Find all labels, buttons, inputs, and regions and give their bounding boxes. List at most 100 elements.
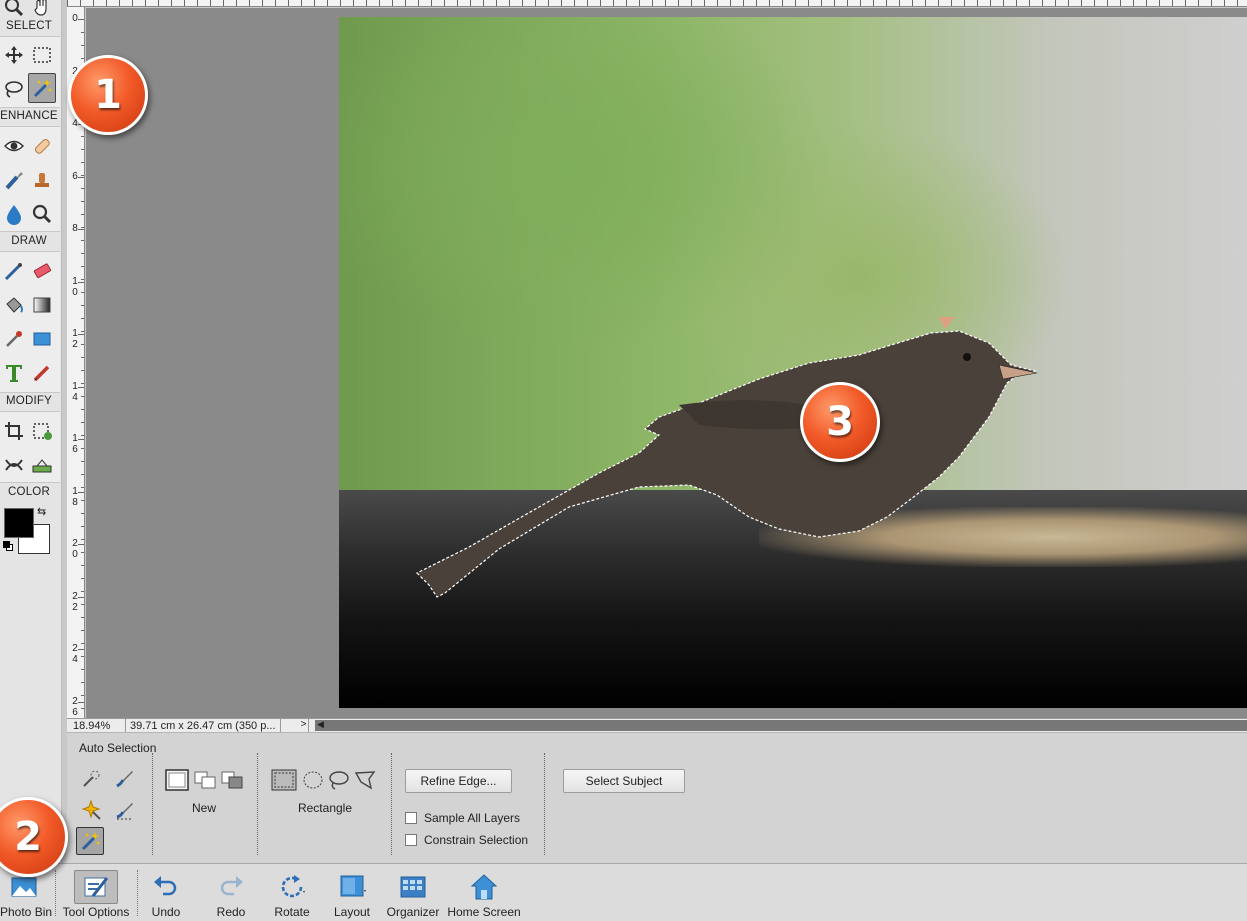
paint-bucket-tool[interactable] — [0, 290, 28, 320]
ruler-minor-tick — [81, 136, 84, 137]
type-tool[interactable] — [0, 358, 28, 388]
taskbar-divider — [137, 870, 138, 916]
crop-tool[interactable] — [0, 416, 28, 446]
ruler-minor-tick — [81, 643, 84, 644]
brush-tool[interactable] — [0, 256, 28, 286]
ruler-number: 1 4 — [72, 380, 78, 403]
options-divider — [257, 753, 258, 855]
ruler-minor-tick — [81, 240, 84, 241]
ruler-minor-tick — [81, 656, 84, 657]
organizer-label: Organizer — [386, 905, 440, 919]
redo-button[interactable]: Redo — [208, 864, 254, 921]
subtract-from-selection-button[interactable] — [220, 769, 244, 791]
ruler-minor-tick — [81, 370, 84, 371]
hand-tool[interactable] — [28, 0, 56, 22]
quick-selection-tool[interactable] — [77, 765, 105, 793]
ruler-number: 1 0 — [72, 275, 78, 298]
ruler-tick — [78, 386, 84, 388]
ruler-minor-tick — [81, 422, 84, 423]
recompose-tool[interactable] — [28, 416, 56, 446]
ruler-minor-tick — [81, 539, 84, 540]
rectangular-marquee-tool[interactable] — [28, 40, 56, 70]
ruler-number: 2 0 — [72, 538, 78, 560]
red-eye-tool[interactable] — [0, 131, 28, 161]
layout-button[interactable]: Layout — [328, 864, 376, 921]
shape-tool[interactable] — [28, 324, 56, 354]
sample-all-layers-checkbox[interactable]: Sample All Layers — [405, 811, 520, 825]
ruler-minor-tick — [81, 331, 84, 332]
ruler-tick — [78, 176, 84, 178]
ruler-minor-tick — [81, 149, 84, 150]
refine-selection-brush-tool[interactable] — [111, 796, 139, 824]
checkbox-box[interactable] — [405, 812, 417, 824]
lasso-tool[interactable] — [0, 74, 28, 104]
top-ruler — [67, 0, 1247, 7]
photo-editor-window: SELECT ENHANCE DRAW MODIFY COLOR ⇆ 0 4 6… — [0, 0, 1247, 921]
magic-wand-tool[interactable] — [28, 73, 56, 103]
clone-stamp-tool[interactable] — [28, 165, 56, 195]
status-menu-arrow[interactable]: > — [299, 719, 309, 732]
selection-brush-tool[interactable] — [111, 765, 139, 793]
zoom-tool[interactable] — [0, 0, 28, 22]
blur-tool[interactable] — [0, 199, 28, 229]
spot-healing-tool[interactable] — [28, 131, 56, 161]
swap-colors-icon[interactable]: ⇆ — [37, 507, 46, 518]
ruler-minor-tick — [81, 565, 84, 566]
add-to-selection-button[interactable] — [193, 769, 217, 791]
ruler-number: 1 6 — [72, 433, 78, 455]
undo-icon — [150, 870, 182, 904]
callout-1-badge: 1 — [68, 55, 148, 135]
eyedropper-tool[interactable] — [0, 324, 28, 354]
ruler-minor-tick — [81, 279, 84, 280]
new-selection-button[interactable] — [165, 769, 189, 791]
home-icon — [468, 870, 500, 904]
select-subject-button[interactable]: Select Subject — [563, 769, 685, 793]
rotate-icon — [276, 870, 308, 904]
checkbox-box[interactable] — [405, 834, 417, 846]
scroll-left-icon[interactable]: ◀ — [317, 719, 324, 730]
photo-bin-label: Photo Bin — [0, 905, 53, 919]
ruler-minor-tick — [81, 578, 84, 579]
foreground-color-swatch[interactable] — [4, 508, 34, 538]
polygon-lasso-shape-button[interactable] — [353, 769, 377, 791]
ruler-minor-tick — [81, 526, 84, 527]
bottom-taskbar: Photo Bin Tool Options Undo Redo Rotate … — [0, 863, 1247, 921]
undo-button[interactable]: Undo — [143, 864, 189, 921]
horizontal-scrollbar[interactable] — [315, 720, 1247, 731]
refine-edge-button[interactable]: Refine Edge... — [405, 769, 512, 793]
ruler-tick — [78, 334, 84, 335]
select-tools — [0, 36, 60, 108]
move-tool[interactable] — [0, 40, 28, 70]
organizer-button[interactable]: Organizer — [385, 864, 441, 921]
content-aware-move-tool[interactable] — [0, 450, 28, 480]
ruler-tick — [78, 229, 84, 230]
selection-shape-label: Rectangle — [297, 801, 353, 815]
options-divider — [152, 753, 153, 855]
default-colors-icon[interactable] — [3, 541, 13, 551]
selection-mode-label: New — [191, 801, 216, 815]
options-title: Auto Selection — [79, 741, 157, 755]
magic-wand-option[interactable] — [76, 827, 104, 855]
undo-label: Undo — [151, 905, 181, 919]
gradient-tool[interactable] — [28, 290, 56, 320]
eraser-tool[interactable] — [28, 256, 56, 286]
canvas-area[interactable] — [86, 8, 1247, 718]
options-divider — [544, 753, 545, 855]
ruler-minor-tick — [81, 58, 84, 59]
rectangle-shape-button[interactable] — [271, 769, 297, 791]
straighten-tool[interactable] — [28, 450, 56, 480]
ruler-minor-tick — [81, 409, 84, 410]
lasso-shape-button[interactable] — [327, 769, 351, 791]
document-image[interactable] — [339, 17, 1247, 708]
sponge-tool[interactable] — [28, 199, 56, 229]
pencil-tool[interactable] — [28, 358, 56, 388]
tool-options-button[interactable]: Tool Options — [58, 864, 134, 921]
home-screen-button[interactable]: Home Screen — [446, 864, 522, 921]
smart-brush-tool[interactable] — [0, 165, 28, 195]
ruler-minor-tick — [81, 214, 84, 215]
auto-selection-tool[interactable] — [77, 796, 105, 824]
constrain-selection-checkbox[interactable]: Constrain Selection — [405, 833, 528, 847]
rotate-button[interactable]: Rotate — [266, 864, 318, 921]
zoom-level[interactable]: 18.94% — [73, 720, 110, 732]
ellipse-shape-button[interactable] — [301, 769, 325, 791]
